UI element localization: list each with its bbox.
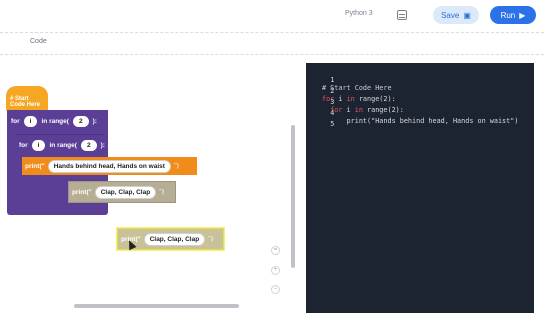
zoom-in-icon[interactable]: + [271,266,280,275]
in-range-label: in range( [49,142,77,149]
divider [0,32,544,33]
outer-for-block[interactable]: for i in range( 2 ): [7,110,108,132]
print-block[interactable]: print(" Hands behind head, Hands on wais… [22,157,197,175]
zoom-reset-icon[interactable]: = [271,246,280,255]
print-text[interactable]: Clap, Clap, Clap [143,232,206,246]
language-label: Python 3 [345,10,373,17]
keyword: in [346,95,355,103]
top-toolbar: Python 3 Save ▣ Run ▶ [0,0,544,32]
for-keyword: for [19,142,28,149]
notes-icon[interactable] [397,10,407,20]
run-button[interactable]: Run ▶ [490,6,536,24]
vertical-scrollbar[interactable] [291,125,295,268]
print-close: ") [208,236,214,242]
code-token: i [342,106,355,114]
line-number: 2 [330,87,335,95]
save-icon: ▣ [463,10,471,20]
print-close: ") [173,163,179,169]
code-token: range(2): [362,106,404,114]
code-editor[interactable]: 1 # Start Code Here 2 for i in range(2):… [306,63,534,313]
in-range-label: in range( [41,117,69,125]
line-number: 4 [330,109,335,117]
code-text: print("Hands behind head, Hands on waist… [322,117,519,125]
inner-range-count[interactable]: 2 [80,140,97,151]
close-paren: ): [100,142,105,149]
for-keyword: for [11,117,20,125]
print-keyword: print(" [72,188,92,196]
run-label: Run [500,10,516,20]
code-token: range(2): [354,95,396,103]
code-line: 5 [306,112,334,144]
hat-label: # Start Code Here [10,96,41,108]
section-label: Code [30,38,47,45]
save-button[interactable]: Save ▣ [433,6,479,24]
play-icon: ▶ [519,10,526,20]
save-label: Save [441,10,460,20]
outer-range-count[interactable]: 2 [72,115,89,127]
line-number: 1 [330,76,335,84]
code-token: i [334,95,347,103]
horizontal-scrollbar[interactable] [74,304,239,308]
close-paren: ): [92,117,97,125]
print-keyword: print(" [25,162,45,170]
loop-variable[interactable]: i [31,140,46,151]
print-close: ") [159,189,165,195]
inner-for-block[interactable]: for i in range( 2 ): [15,134,105,156]
print-text[interactable]: Hands behind head, Hands on waist [47,159,171,173]
zoom-out-icon[interactable]: − [271,285,280,294]
ghost-print-block[interactable]: print(" Clap, Clap, Clap ") [68,181,176,203]
start-hat-block[interactable]: # Start Code Here [6,86,48,112]
print-text[interactable]: Clap, Clap, Clap [94,185,157,199]
line-number: 5 [330,120,335,128]
line-number: 3 [330,98,335,106]
keyword: in [354,106,363,114]
loop-variable[interactable]: i [23,115,38,127]
